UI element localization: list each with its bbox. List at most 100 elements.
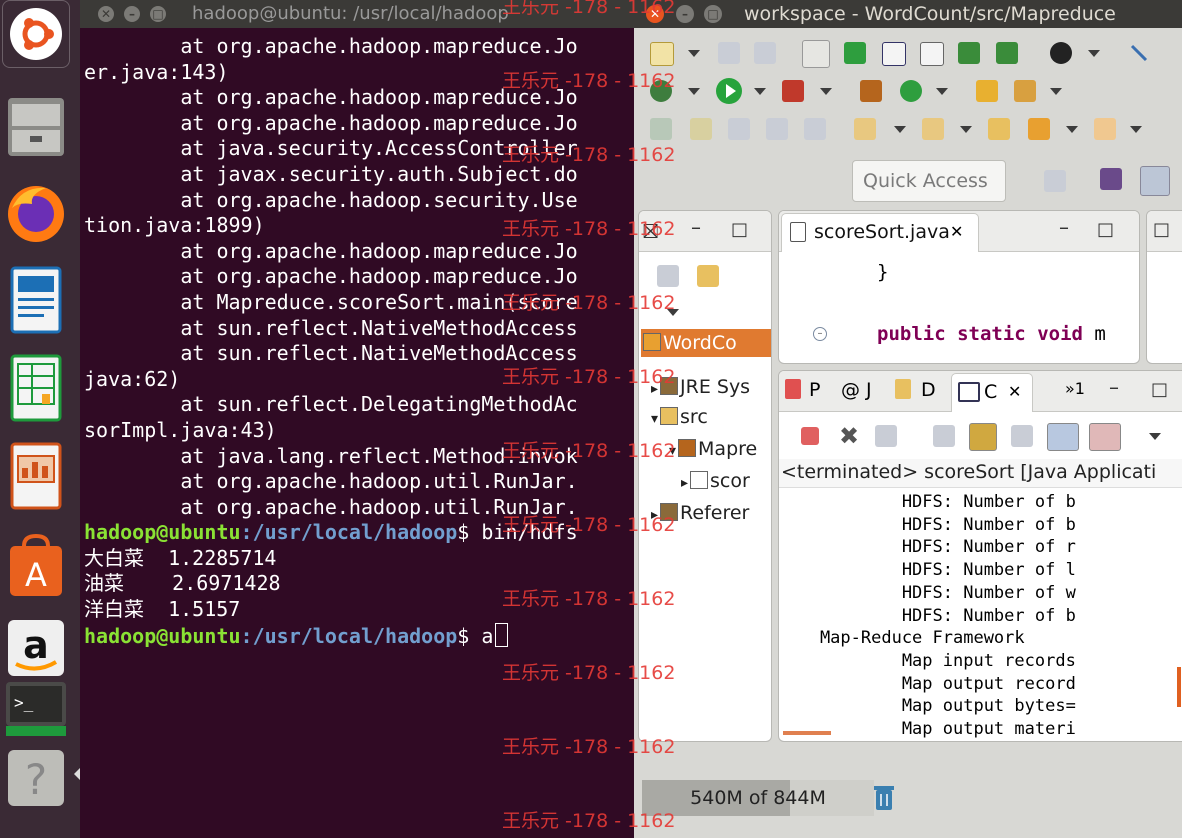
tree-item[interactable]: ▾ src [651, 403, 708, 431]
back-icon[interactable] [1028, 118, 1050, 140]
minimize-icon[interactable]: – [691, 215, 701, 239]
expand-arrow-icon[interactable]: ▾ [651, 411, 658, 427]
libreoffice-impress-icon[interactable] [2, 442, 70, 510]
forward-icon[interactable] [1094, 118, 1116, 140]
open-perspective-icon[interactable] [1044, 170, 1066, 192]
paragraph-icon[interactable] [804, 118, 826, 140]
libreoffice-writer-icon[interactable] [2, 266, 70, 334]
tab-declaration[interactable]: D [921, 379, 936, 401]
files-icon[interactable] [2, 92, 70, 160]
maximize-icon[interactable]: □ [731, 219, 748, 240]
expand-arrow-icon[interactable]: ▸ [681, 475, 688, 491]
toggle-mark-icon[interactable] [802, 40, 830, 68]
heap-status[interactable]: 540M of 844M [642, 780, 874, 816]
fold-icon[interactable]: – [813, 327, 827, 341]
minimize-icon[interactable]: – [1109, 375, 1119, 399]
document-icon[interactable] [920, 42, 944, 66]
chevron-down-icon[interactable] [894, 126, 906, 133]
user-icon[interactable] [1050, 42, 1072, 64]
clear-console-icon[interactable] [933, 425, 955, 447]
tab-javadoc[interactable]: @ J [841, 379, 872, 401]
previous-annotation-icon[interactable] [922, 118, 944, 140]
chevron-down-icon[interactable] [1130, 126, 1142, 133]
new-class-icon[interactable] [996, 42, 1018, 64]
overflow-tabs[interactable]: »1 [1065, 379, 1085, 398]
block-icon[interactable] [766, 118, 788, 140]
tree-item[interactable]: ▸ scor [681, 467, 750, 495]
search-icon[interactable] [650, 118, 672, 140]
chevron-down-icon[interactable] [688, 88, 700, 95]
remove-all-icon[interactable] [875, 425, 897, 447]
display-console-icon[interactable] [1089, 423, 1121, 451]
new-package-icon[interactable] [958, 42, 980, 64]
minimize-icon[interactable]: – [124, 6, 140, 22]
trash-icon[interactable] [872, 784, 896, 812]
terminal-output[interactable]: at org.apache.hadoop.mapreduce.Jo er.java… [84, 34, 634, 648]
ee-perspective-icon[interactable] [1100, 168, 1122, 190]
help-icon[interactable]: ? [2, 744, 70, 812]
remove-launch-icon[interactable]: ✖ [839, 424, 861, 448]
link-editor-icon[interactable] [697, 265, 719, 287]
external-tools-icon[interactable] [860, 80, 882, 102]
console-output[interactable]: HDFS: Number of b HDFS: Number of b HDFS… [779, 491, 1179, 741]
pen-icon[interactable] [1014, 80, 1036, 102]
chevron-down-icon[interactable] [754, 88, 766, 95]
pin-console-icon[interactable] [1047, 423, 1079, 451]
maximize-icon[interactable]: □ [1097, 219, 1114, 240]
horizontal-scrollbar[interactable] [783, 731, 831, 735]
open-folder-icon[interactable] [976, 80, 998, 102]
minimize-icon[interactable]: – [676, 5, 694, 23]
ubuntu-software-icon[interactable]: A [2, 532, 70, 600]
edit-icon[interactable] [728, 118, 750, 140]
pin-icon[interactable] [1128, 42, 1150, 64]
ubuntu-dash-icon[interactable] [2, 0, 70, 68]
close-tab-icon[interactable]: ✕ [950, 222, 963, 241]
firefox-icon[interactable] [2, 178, 70, 246]
chevron-down-icon[interactable] [1050, 88, 1062, 95]
maximize-icon[interactable]: □ [1153, 219, 1170, 240]
maximize-icon[interactable]: □ [1151, 379, 1168, 400]
chevron-down-icon[interactable] [820, 88, 832, 95]
tree-item[interactable]: ▾ Mapre [669, 435, 757, 463]
eclipse-window[interactable]: ✕ – □ workspace - WordCount/src/Mapreduc… [634, 0, 1182, 838]
chevron-down-icon[interactable] [1066, 126, 1078, 133]
breakpoints-icon[interactable] [844, 42, 866, 64]
java-perspective-icon[interactable] [1140, 166, 1170, 196]
brush-icon[interactable] [690, 118, 712, 140]
scroll-lock-icon[interactable] [969, 423, 997, 451]
minimize-icon[interactable]: – [1059, 215, 1069, 239]
chevron-down-icon[interactable] [1149, 433, 1161, 440]
new-server-icon[interactable] [900, 80, 922, 102]
console-scrollbar[interactable] [1177, 667, 1181, 707]
save-icon[interactable] [718, 42, 740, 64]
chevron-down-icon[interactable] [936, 88, 948, 95]
maximize-icon[interactable]: □ [150, 6, 166, 22]
terminate-icon[interactable] [801, 427, 819, 445]
chevron-down-icon[interactable] [960, 126, 972, 133]
close-tab-icon[interactable]: ✕ [1008, 382, 1021, 401]
run-icon[interactable] [716, 78, 742, 104]
chevron-down-icon[interactable] [688, 50, 700, 57]
tab-console[interactable]: C ✕ [951, 373, 1033, 412]
tree-item[interactable]: WordCo [641, 329, 771, 357]
new-icon[interactable] [650, 42, 674, 66]
tab-scoresort-java[interactable]: scoreSort.java ✕ [781, 213, 979, 252]
maximize-icon[interactable]: □ [704, 5, 722, 23]
tab-problems[interactable]: P [809, 379, 820, 401]
outline-panel[interactable]: □ [1146, 210, 1182, 364]
terminal-icon[interactable]: >_ [2, 672, 70, 740]
close-icon[interactable]: ✕ [98, 6, 114, 22]
save-all-icon[interactable] [754, 42, 776, 64]
run-external-icon[interactable] [782, 80, 804, 102]
next-annotation-icon[interactable] [854, 118, 876, 140]
javadoc-icon[interactable] [882, 42, 906, 66]
word-wrap-icon[interactable] [1011, 425, 1033, 447]
chevron-down-icon[interactable] [1088, 50, 1100, 57]
editor-panel[interactable]: scoreSort.java ✕ – □ } – public static v… [778, 210, 1140, 364]
libreoffice-calc-icon[interactable] [2, 354, 70, 422]
collapse-all-icon[interactable] [657, 265, 679, 287]
last-edit-icon[interactable] [988, 118, 1010, 140]
quick-access-input[interactable]: Quick Access [852, 160, 1006, 202]
console-panel[interactable]: P @ J D C ✕ »1 – □ ✖ <terminated> scoreS… [778, 370, 1182, 742]
terminal-window[interactable]: ✕ – □ hadoop@ubuntu: /usr/local/hadoop a… [80, 0, 634, 838]
